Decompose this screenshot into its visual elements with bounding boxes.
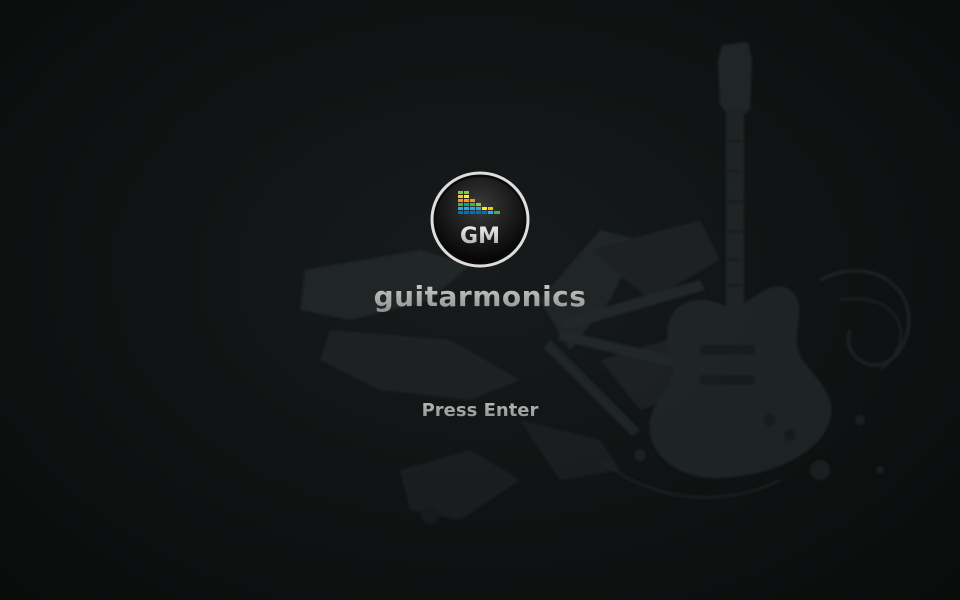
- app-title: guitarmonics: [0, 280, 960, 313]
- logo-badge: GM: [430, 171, 530, 268]
- title-screen: GM guitarmonics Press Enter: [0, 0, 960, 600]
- logo-text: GM: [460, 224, 500, 249]
- press-enter-prompt[interactable]: Press Enter: [0, 400, 960, 421]
